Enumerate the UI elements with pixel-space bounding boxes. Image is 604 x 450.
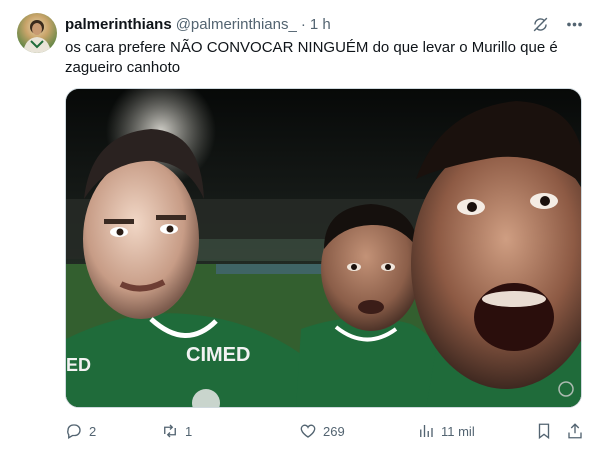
- jersey-sponsor-text: CIMED: [186, 344, 250, 366]
- views-icon: [420, 425, 433, 437]
- tweet-card[interactable]: palmerinthians @palmerinthians_ · 1 h os…: [0, 0, 604, 450]
- views-button[interactable]: 11 mil: [417, 420, 475, 442]
- jersey-sponsor-partial-text: ED: [66, 355, 91, 375]
- like-icon: [300, 424, 316, 438]
- more-icon[interactable]: [564, 14, 584, 34]
- tweet-header: palmerinthians @palmerinthians_ · 1 h: [65, 14, 331, 34]
- timestamp[interactable]: 1 h: [310, 16, 331, 33]
- reply-button[interactable]: 2: [65, 420, 96, 442]
- display-name[interactable]: palmerinthians: [65, 16, 172, 33]
- like-count: 269: [323, 423, 345, 439]
- share-button[interactable]: [566, 420, 584, 442]
- media-photo: CIMED ED: [66, 89, 581, 407]
- tweet-actions: 2 1 269 11 mil: [65, 420, 585, 442]
- bookmark-icon: [538, 423, 550, 440]
- share-icon: [568, 423, 582, 439]
- bookmark-button[interactable]: [535, 420, 553, 442]
- reply-icon: [67, 424, 81, 439]
- separator-dot: ·: [300, 15, 306, 33]
- reply-count: 2: [89, 423, 97, 439]
- like-button[interactable]: 269: [299, 420, 345, 442]
- header-actions: [530, 14, 584, 34]
- retweet-count: 1: [185, 423, 193, 439]
- retweet-button[interactable]: 1: [161, 420, 192, 442]
- tweet-text: os cara prefere NÃO CONVOCAR NINGUÉM do …: [65, 39, 558, 76]
- user-handle[interactable]: @palmerinthians_: [176, 16, 297, 33]
- grok-icon[interactable]: [530, 14, 550, 34]
- retweet-icon: [164, 424, 176, 438]
- views-count: 11 mil: [441, 423, 475, 439]
- avatar[interactable]: [17, 13, 57, 53]
- tweet-media[interactable]: CIMED ED: [65, 88, 582, 408]
